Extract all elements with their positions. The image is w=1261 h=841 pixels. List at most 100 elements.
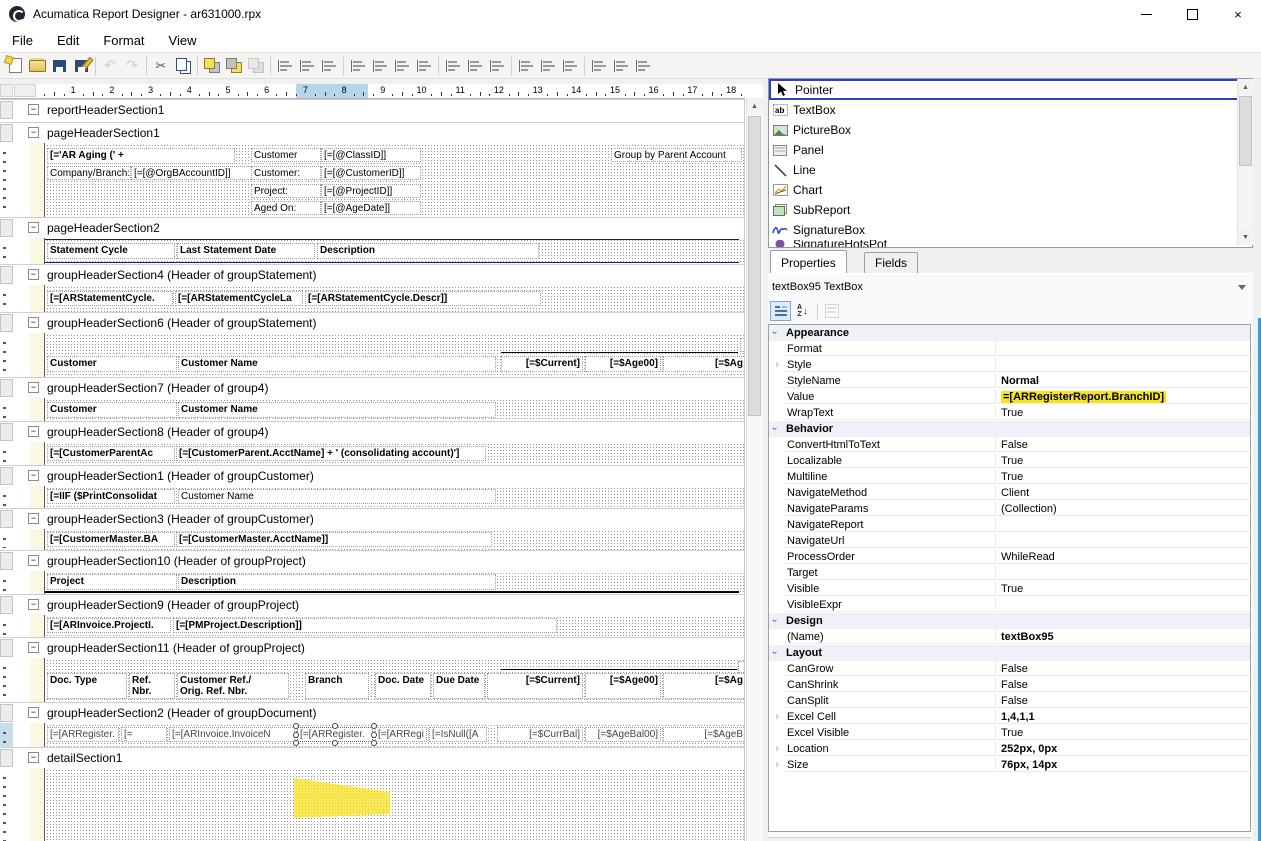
report-textbox[interactable]: [=$Age00]	[585, 356, 661, 372]
section-header-groupHeaderSection4[interactable]: −groupHeaderSection4 (Header of groupSta…	[0, 264, 744, 285]
row-expander[interactable]: ›	[769, 357, 785, 373]
selection-handle[interactable]	[371, 732, 377, 738]
save-as-icon[interactable]	[70, 55, 92, 76]
property-row-cansplit[interactable]: CanSplitFalse	[769, 693, 1250, 709]
scroll-down-button[interactable]: ▼	[1238, 229, 1253, 245]
property-value[interactable]	[997, 597, 1250, 612]
scroll-up-button[interactable]: ▲	[1238, 79, 1253, 95]
copy-icon[interactable]	[172, 55, 194, 76]
section-select-box[interactable]	[0, 124, 13, 142]
section-select-box[interactable]	[0, 423, 13, 441]
band-canvas[interactable]: [=[CustomerParentAc[=[CustomerParent.Acc…	[44, 442, 745, 465]
toolbox-item-pointer[interactable]: Pointer	[769, 79, 1252, 100]
band-canvas[interactable]: [='AR Aging (' +Customer Class:[=[@Class…	[44, 143, 745, 217]
property-row-processorder[interactable]: ProcessOrderWhileRead	[769, 549, 1250, 565]
report-textbox[interactable]: [=[CustomerParent.AcctName] + ' (consoli…	[176, 446, 486, 461]
selection-handle[interactable]	[332, 723, 338, 729]
report-textbox[interactable]: [=[ARInvoice.ProjectI.	[47, 618, 171, 633]
section-header-groupHeaderSection1[interactable]: −groupHeaderSection1 (Header of groupCus…	[0, 465, 744, 486]
section-header-detailSection1[interactable]: −detailSection1	[0, 747, 744, 768]
collapse-icon[interactable]: −	[28, 642, 39, 653]
report-textbox[interactable]: [=[ARReg	[121, 727, 167, 742]
menu-format[interactable]: Format	[91, 30, 156, 51]
property-row-navigateurl[interactable]: NavigateUrl	[769, 533, 1250, 549]
collapse-icon[interactable]: −	[28, 317, 39, 328]
report-textbox[interactable]: [=$AgeBal00]	[585, 727, 661, 742]
report-textbox[interactable]: Last Statement Date	[177, 243, 315, 259]
section-select-box[interactable]	[0, 639, 13, 657]
menu-view[interactable]: View	[157, 30, 209, 51]
section-select-box[interactable]	[0, 379, 13, 397]
align-tops-icon[interactable]	[347, 55, 369, 76]
section-header-groupHeaderSection8[interactable]: −groupHeaderSection8 (Header of group4)	[0, 421, 744, 442]
band-canvas[interactable]: CustomerCustomer Name	[44, 398, 745, 421]
band-canvas[interactable]: [=[ARRegister.[=[ARReg[=[ARInvoice.Invoi…	[44, 723, 745, 747]
property-value[interactable]: Client	[997, 485, 1250, 500]
toolbox-scrollbar[interactable]: ▲ ▼	[1237, 79, 1253, 245]
report-textbox[interactable]: [=[@CustomerID]]	[321, 166, 421, 180]
report-textbox[interactable]: Ref. Nbr.	[129, 673, 175, 699]
selection-handle[interactable]	[293, 723, 299, 729]
report-textbox[interactable]: Doc. Date	[375, 673, 431, 699]
property-value[interactable]: True	[997, 469, 1250, 484]
toolbox-item-signaturehotspot[interactable]: SignatureHotsPot	[769, 240, 1252, 248]
collapse-icon[interactable]: −	[28, 382, 39, 393]
property-value[interactable]: False	[997, 693, 1250, 708]
report-textbox[interactable]: Project:	[251, 184, 321, 198]
section-header-groupHeaderSection10[interactable]: −groupHeaderSection10 (Header of groupPr…	[0, 550, 744, 571]
property-value[interactable]: WhileRead	[997, 549, 1250, 564]
property-row-canshrink[interactable]: CanShrinkFalse	[769, 677, 1250, 693]
tab-properties[interactable]: Properties	[770, 250, 847, 273]
cut-icon[interactable]	[150, 55, 172, 76]
property-row-converthtmltotext[interactable]: ConvertHtmlToTextFalse	[769, 437, 1250, 453]
report-textbox[interactable]: Description	[317, 243, 539, 259]
selection-handle[interactable]	[371, 740, 377, 746]
property-row-style[interactable]: ›Style	[769, 357, 1250, 373]
collapse-icon[interactable]: −	[28, 513, 39, 524]
property-row-format[interactable]: Format	[769, 341, 1250, 357]
vert-spacing-decrease-icon[interactable]	[632, 55, 654, 76]
report-textbox[interactable]: [=$Ag	[663, 673, 745, 699]
property-value[interactable]: 1,4,1,1	[997, 709, 1250, 724]
section-select-box[interactable]	[0, 219, 13, 237]
report-textbox[interactable]: [='AR Aging (' +	[47, 148, 235, 164]
property-value[interactable]: Normal	[997, 373, 1250, 388]
collapse-icon[interactable]: −	[28, 222, 39, 233]
section-select-box[interactable]	[0, 596, 13, 614]
property-category-behavior[interactable]: ›Behavior	[769, 421, 1250, 437]
property-value[interactable]: =[ARRegisterReport.BranchID]	[997, 389, 1250, 404]
report-textbox[interactable]: Customer Name	[178, 489, 496, 504]
object-selector-combo[interactable]: textBox95 TextBox	[768, 278, 1253, 297]
section-header-pageHeaderSection1[interactable]: −pageHeaderSection1	[0, 122, 744, 143]
property-pages-button[interactable]	[821, 301, 842, 321]
section-header-pageHeaderSection2[interactable]: −pageHeaderSection2	[0, 217, 744, 238]
align-bottoms-icon[interactable]	[391, 55, 413, 76]
report-textbox[interactable]: Company/Branch:	[47, 166, 131, 180]
report-textbox[interactable]: [=$CurrBal]	[497, 727, 583, 742]
report-textbox[interactable]: Customer Name	[178, 356, 496, 372]
new-icon[interactable]	[4, 55, 26, 76]
property-row-cangrow[interactable]: CanGrowFalse	[769, 661, 1250, 677]
band-canvas[interactable]: Statement CycleLast Statement DateDescri…	[44, 238, 745, 264]
property-value[interactable]	[997, 565, 1250, 580]
report-textbox[interactable]: [=IsNull([A	[429, 727, 487, 742]
property-row-navigatereport[interactable]: NavigateReport	[769, 517, 1250, 533]
report-textbox[interactable]: Branch	[305, 673, 369, 699]
make-same-height-icon[interactable]	[464, 55, 486, 76]
toolbox-item-panel[interactable]: Panel	[769, 140, 1252, 160]
property-row-excel-visible[interactable]: Excel VisibleTrue	[769, 725, 1250, 741]
report-textbox[interactable]: [=[@ClassID]]	[321, 148, 421, 162]
report-textbox[interactable]: [=[@AgeDate]]	[321, 201, 421, 215]
property-row-target[interactable]: Target	[769, 565, 1250, 581]
property-category-appearance[interactable]: ›Appearance	[769, 325, 1250, 341]
band-canvas[interactable]: [=[ARInvoice.ProjectI.[=[PMProject.Descr…	[44, 615, 745, 637]
combo-dropdown-icon[interactable]	[1233, 279, 1251, 296]
report-textbox[interactable]: [=[ARRegister.	[47, 727, 119, 742]
property-value[interactable]: True	[997, 453, 1250, 468]
report-textbox[interactable]: [=$Current]	[501, 356, 583, 372]
property-value[interactable]	[997, 517, 1250, 532]
categorized-view-button[interactable]	[770, 301, 791, 321]
property-row--name-[interactable]: (Name)textBox95	[769, 629, 1250, 645]
band-canvas[interactable]: [=IIF ($PrintConsolidatCustomer Name	[44, 486, 745, 508]
property-value[interactable]: 252px, 0px	[997, 741, 1250, 756]
